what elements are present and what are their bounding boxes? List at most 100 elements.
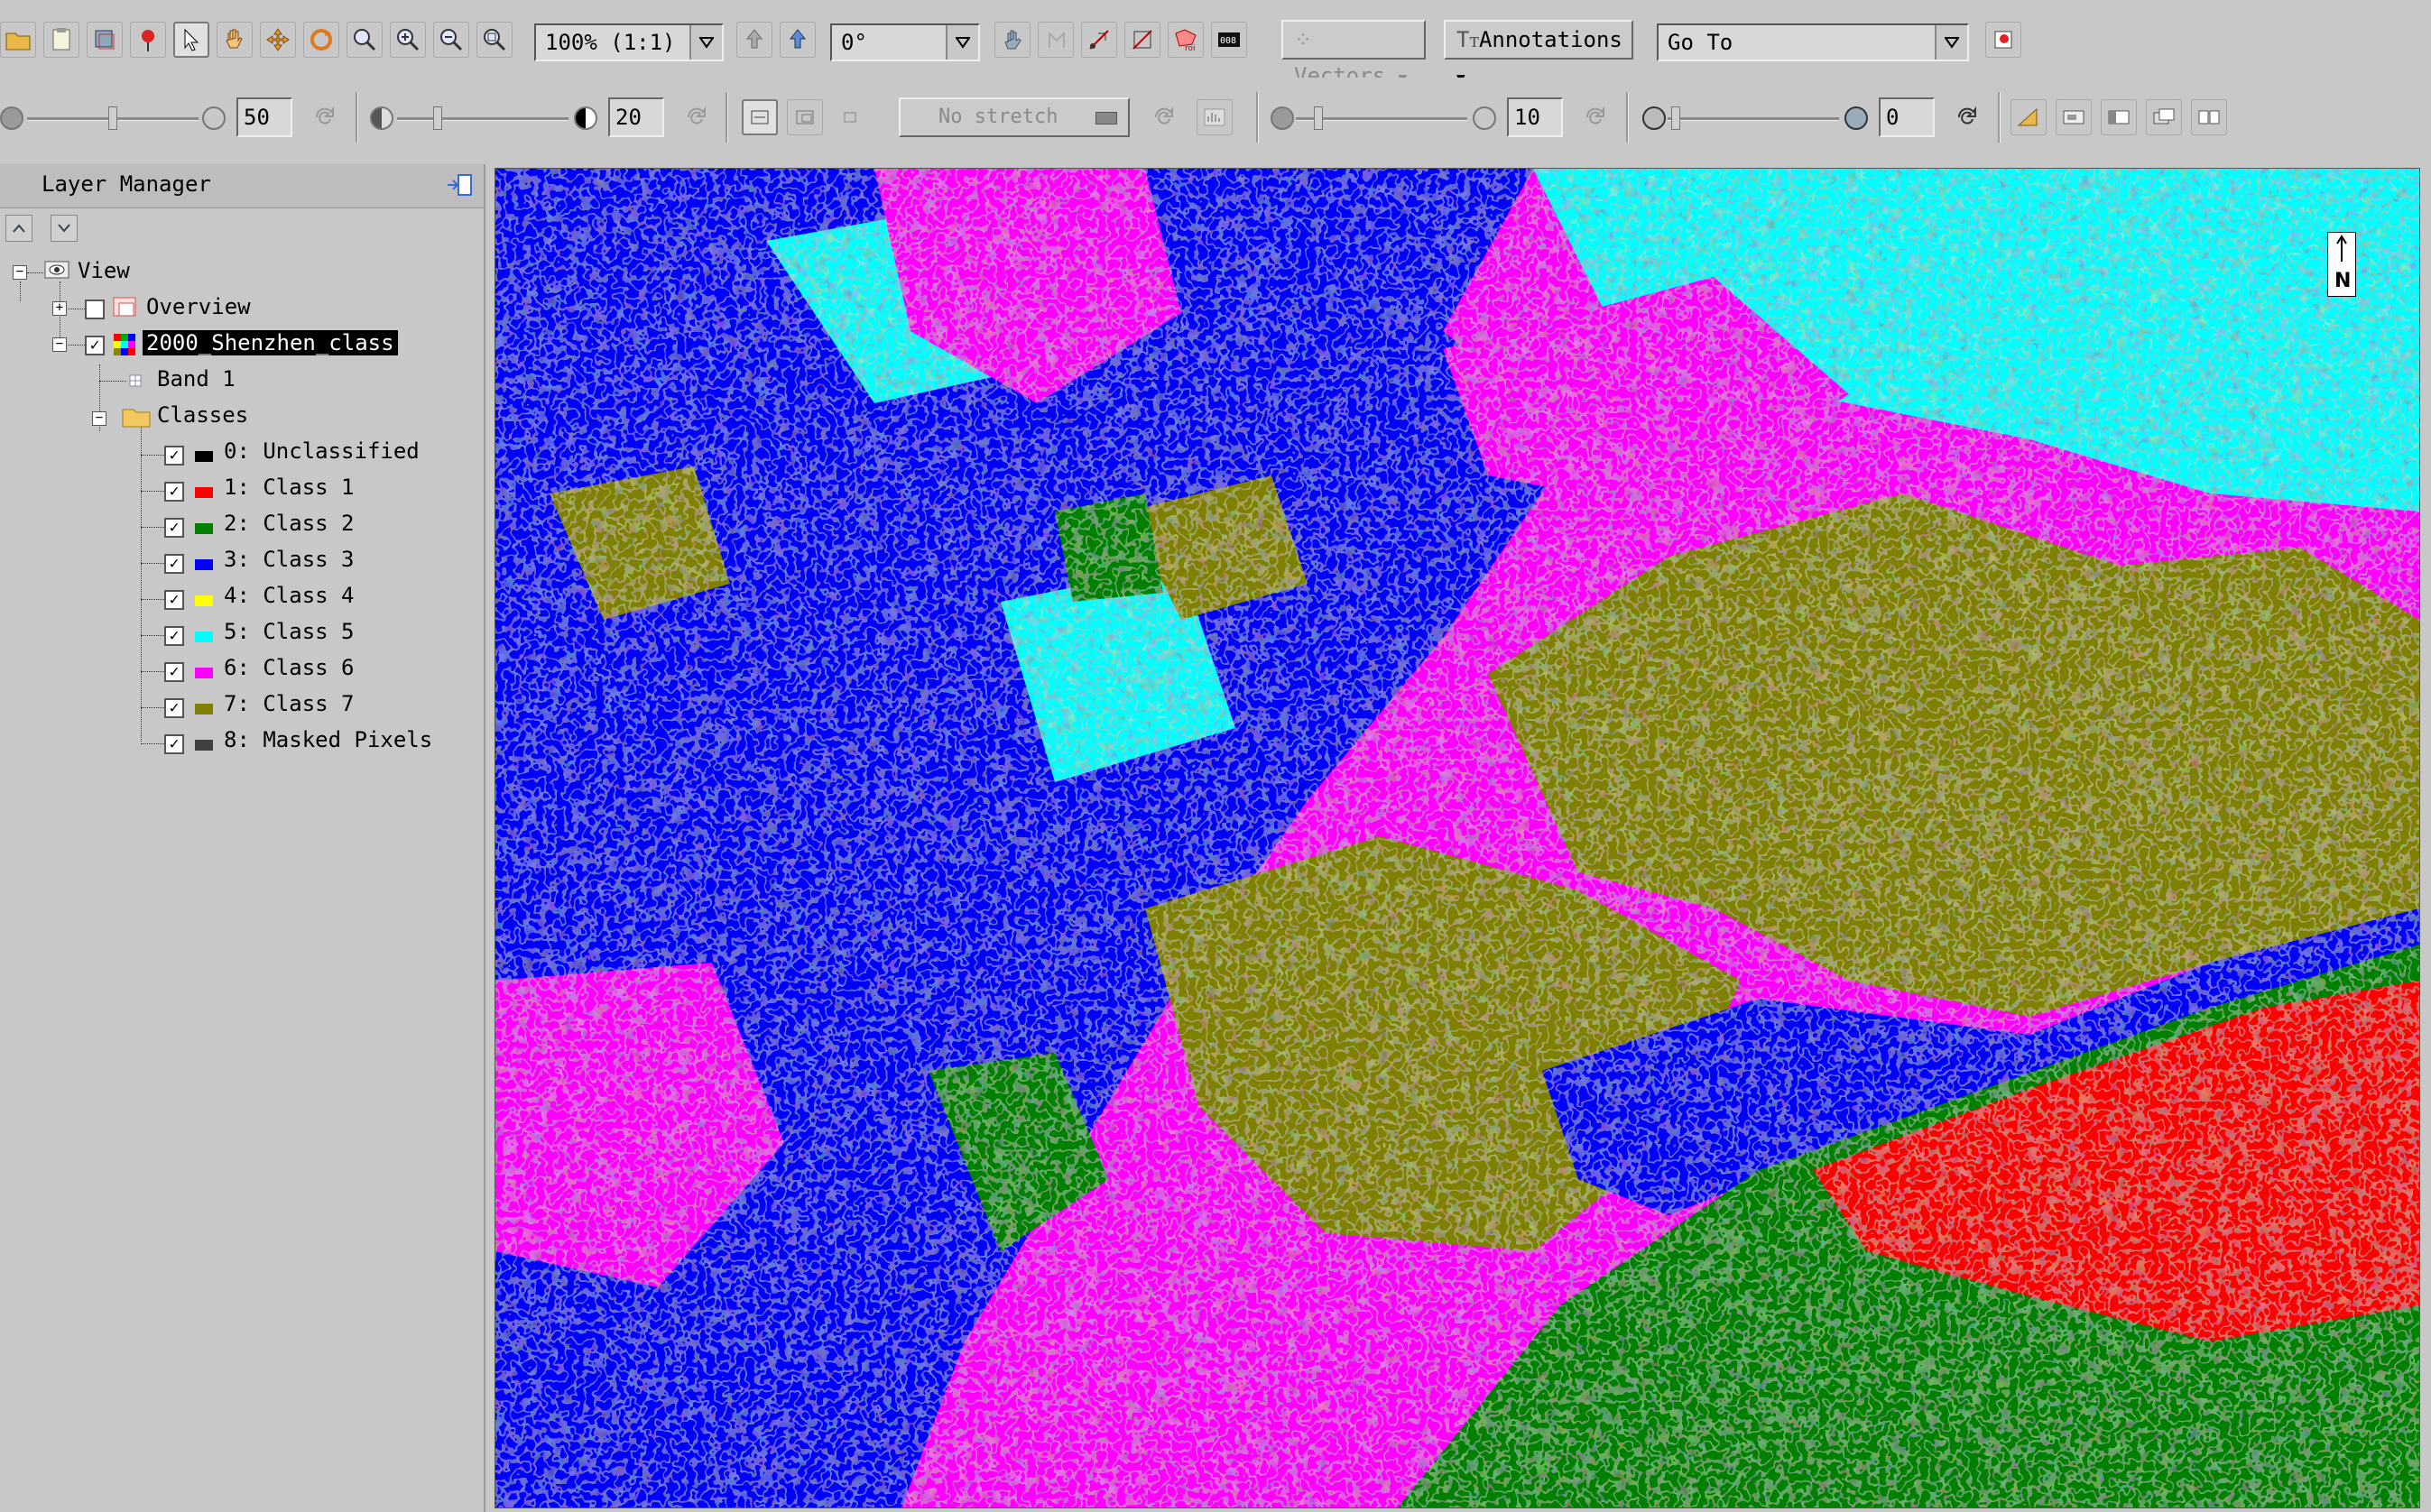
fly-icon[interactable] bbox=[260, 22, 296, 58]
tree-line bbox=[141, 563, 166, 564]
classification-image-view[interactable]: N bbox=[495, 168, 2420, 1508]
classification-map[interactable] bbox=[495, 169, 2419, 1507]
reset-contrast-icon[interactable] bbox=[679, 99, 715, 135]
class-swatch-6 bbox=[195, 668, 213, 678]
link-views-icon[interactable] bbox=[2191, 99, 2227, 135]
histogram-icon[interactable] bbox=[1197, 99, 1233, 135]
goto-icon[interactable] bbox=[1985, 22, 2021, 58]
class-checkbox-6[interactable]: ✓ bbox=[164, 662, 184, 682]
annotations-button[interactable]: TᴛAnnotations ▼ bbox=[1444, 20, 1633, 87]
contrast-slider[interactable] bbox=[397, 117, 568, 121]
contrast-field[interactable]: 20 bbox=[608, 97, 664, 137]
collapse-view-icon[interactable]: − bbox=[13, 265, 27, 280]
goto-input[interactable]: Go To bbox=[1668, 30, 1733, 55]
class-checkbox-2[interactable]: ✓ bbox=[164, 518, 184, 538]
divider bbox=[1256, 92, 1259, 143]
class-checkbox-4[interactable]: ✓ bbox=[164, 590, 184, 610]
goto-combo[interactable]: Go To bbox=[1657, 23, 1969, 61]
sharpen-slider-thumb[interactable] bbox=[1314, 106, 1323, 130]
class-checkbox-7[interactable]: ✓ bbox=[164, 698, 184, 718]
pixel-value-icon[interactable]: 008 bbox=[1211, 22, 1247, 58]
divider bbox=[356, 92, 358, 143]
tree-overview-label[interactable]: Overview bbox=[146, 294, 251, 319]
pan-hand-icon[interactable] bbox=[217, 22, 253, 58]
zoom-out-icon[interactable] bbox=[433, 22, 469, 58]
class4-speckle bbox=[495, 169, 2419, 1507]
stretch-box-icon[interactable] bbox=[832, 99, 868, 135]
view-swipe-icon[interactable] bbox=[2146, 99, 2182, 135]
class-label-0[interactable]: 0: Unclassified bbox=[224, 438, 420, 464]
divider bbox=[726, 92, 728, 143]
zoom-full-icon[interactable] bbox=[476, 22, 513, 58]
vectors-button[interactable]: ⁘ Vectors ▼ bbox=[1281, 20, 1426, 88]
reset-brightness-icon[interactable] bbox=[307, 99, 343, 135]
rotate-icon[interactable] bbox=[303, 22, 339, 58]
reset-sharpen-icon[interactable] bbox=[1577, 99, 1613, 135]
expand-overview-icon[interactable]: + bbox=[52, 301, 67, 316]
rotate-up-icon[interactable] bbox=[736, 22, 772, 58]
zoom-combo[interactable]: 100% (1:1) bbox=[534, 23, 724, 61]
display-toolbar: 50 20 No stretch 10 0 bbox=[0, 78, 2431, 164]
transparency-field[interactable]: 0 bbox=[1879, 97, 1935, 137]
class-checkbox-5[interactable]: ✓ bbox=[164, 626, 184, 646]
brightness-field[interactable]: 50 bbox=[236, 97, 292, 137]
tree-classes-label[interactable]: Classes bbox=[157, 402, 248, 428]
tree-line bbox=[141, 417, 142, 742]
collapse-classes-icon[interactable]: − bbox=[92, 411, 106, 426]
crosshairs-icon[interactable] bbox=[1124, 22, 1160, 58]
move-layer-down-icon[interactable] bbox=[51, 215, 78, 242]
brightness-low-icon bbox=[0, 106, 23, 130]
class-label-8[interactable]: 8: Masked Pixels bbox=[224, 727, 432, 752]
tree-view-label[interactable]: View bbox=[78, 258, 130, 283]
tree-layer-label[interactable]: 2000_Shenzhen_class bbox=[143, 330, 398, 355]
vector-edit-icon[interactable] bbox=[1038, 22, 1074, 58]
stretch-view-icon[interactable] bbox=[787, 99, 823, 135]
transparency-slider-thumb[interactable] bbox=[1671, 106, 1680, 130]
class-label-7[interactable]: 7: Class 7 bbox=[224, 691, 355, 716]
class-checkbox-8[interactable]: ✓ bbox=[164, 734, 184, 754]
sharpen-field[interactable]: 10 bbox=[1507, 97, 1563, 137]
class-label-4[interactable]: 4: Class 4 bbox=[224, 583, 355, 608]
stretch-full-icon[interactable] bbox=[742, 99, 778, 135]
reset-stretch-icon[interactable] bbox=[1146, 99, 1182, 135]
stretch-dropdown[interactable]: No stretch bbox=[899, 97, 1130, 137]
class-label-2[interactable]: 2: Class 2 bbox=[224, 511, 355, 536]
tree-band-label[interactable]: Band 1 bbox=[157, 366, 236, 392]
class-label-3[interactable]: 3: Class 3 bbox=[224, 547, 355, 572]
select-pointer-icon[interactable] bbox=[173, 22, 209, 58]
vectors-icon: ⁘ bbox=[1294, 27, 1313, 52]
collapse-layer-icon[interactable]: − bbox=[52, 337, 67, 352]
dock-panel-icon[interactable] bbox=[446, 171, 475, 198]
rotation-value: 0° bbox=[841, 30, 867, 55]
class-label-5[interactable]: 5: Class 5 bbox=[224, 619, 355, 644]
zoom-box-icon[interactable] bbox=[347, 22, 383, 58]
reset-transparency-icon[interactable] bbox=[1949, 99, 1985, 135]
brightness-slider-thumb[interactable] bbox=[108, 106, 117, 130]
north-up-icon[interactable] bbox=[780, 22, 816, 58]
portal-icon[interactable] bbox=[2010, 99, 2047, 135]
chevron-down-icon[interactable] bbox=[689, 25, 722, 60]
crosshair-hand-icon[interactable] bbox=[994, 22, 1031, 58]
pin-icon[interactable] bbox=[130, 22, 166, 58]
rotation-combo[interactable]: 0° bbox=[830, 23, 980, 61]
measure-icon[interactable] bbox=[1081, 22, 1117, 58]
open-folder-icon[interactable] bbox=[0, 22, 36, 58]
chevron-down-icon[interactable] bbox=[946, 25, 978, 60]
roi-icon[interactable]: roi bbox=[1168, 22, 1204, 58]
class-checkbox-1[interactable]: ✓ bbox=[164, 482, 184, 502]
contrast-slider-thumb[interactable] bbox=[433, 106, 442, 130]
view-flicker-icon[interactable] bbox=[2101, 99, 2137, 135]
class-label-1[interactable]: 1: Class 1 bbox=[224, 475, 355, 500]
layer-icon[interactable] bbox=[87, 22, 123, 58]
view-blend-icon[interactable] bbox=[2056, 99, 2092, 135]
move-layer-up-icon[interactable] bbox=[5, 215, 32, 242]
data-manager-icon[interactable] bbox=[43, 22, 79, 58]
class-checkbox-3[interactable]: ✓ bbox=[164, 554, 184, 574]
transparency-slider[interactable] bbox=[1668, 117, 1839, 121]
overview-checkbox[interactable] bbox=[85, 300, 105, 319]
class-checkbox-0[interactable]: ✓ bbox=[164, 446, 184, 466]
zoom-in-icon[interactable] bbox=[390, 22, 426, 58]
chevron-down-icon[interactable] bbox=[1935, 25, 1967, 60]
layer-visibility-checkbox[interactable]: ✓ bbox=[85, 336, 105, 355]
class-label-6[interactable]: 6: Class 6 bbox=[224, 655, 355, 680]
